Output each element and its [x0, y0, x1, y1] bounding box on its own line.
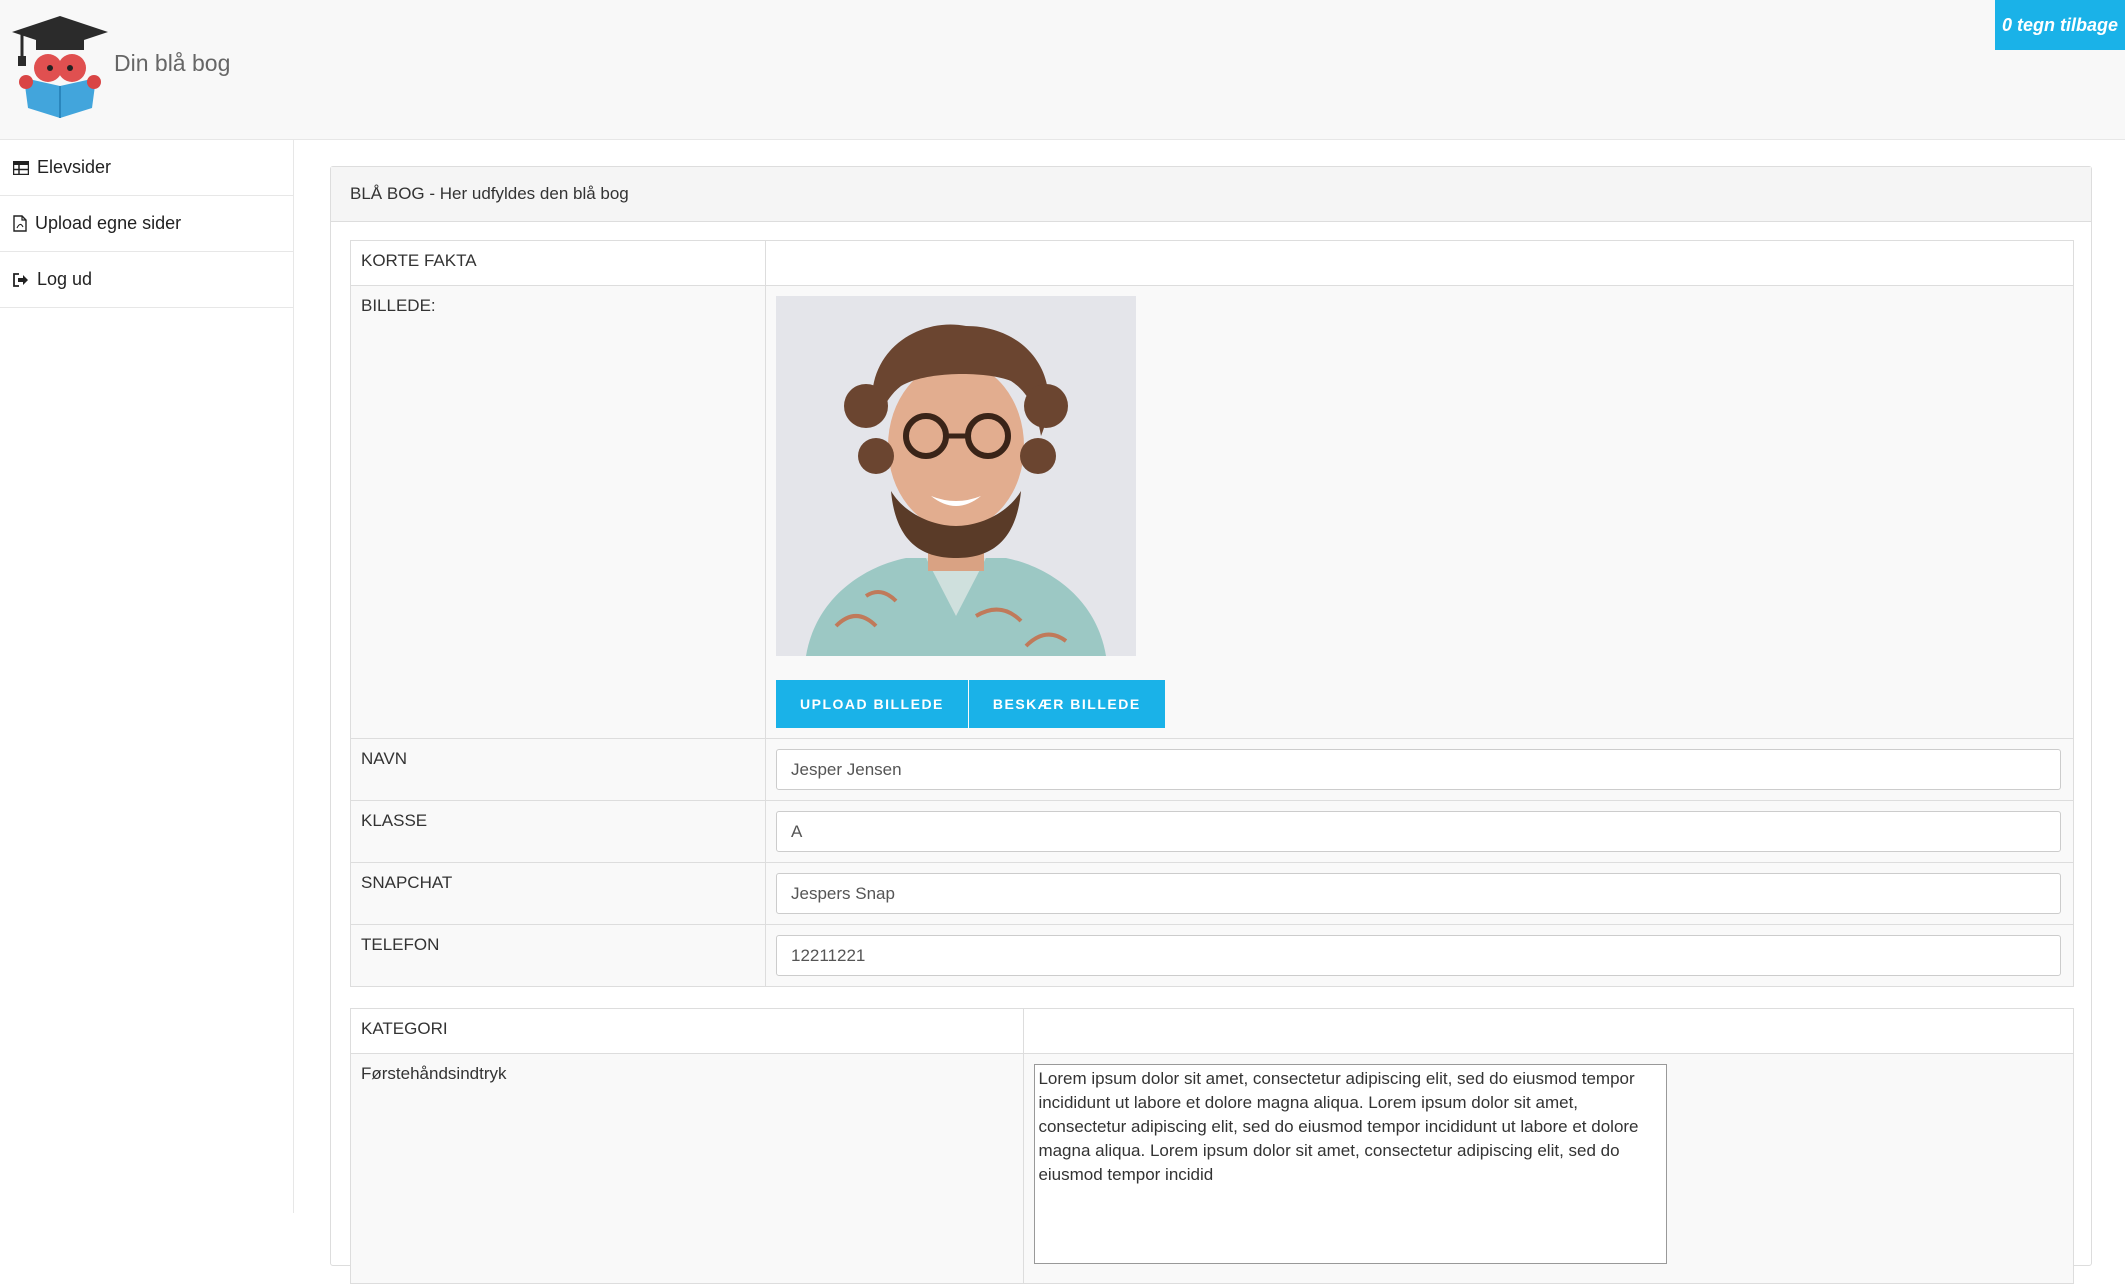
- pdf-file-icon: [13, 215, 27, 232]
- sidebar-item-label: Elevsider: [37, 157, 112, 177]
- picture-label: BILLEDE:: [350, 285, 766, 739]
- name-input[interactable]: [776, 749, 2061, 790]
- sidebar-item-label: Log ud: [37, 269, 93, 289]
- upload-picture-button[interactable]: UPLOAD BILLEDE: [776, 680, 968, 728]
- panel-title: BLÅ BOG - Her udfyldes den blå bog: [331, 167, 2091, 222]
- category-table: KATEGORI Førstehåndsindtryk Lorem ipsum …: [349, 1008, 2074, 1284]
- facts-header: KORTE FAKTA: [350, 240, 766, 286]
- sidebar-item-upload[interactable]: Upload egne sider: [0, 196, 293, 252]
- phone-input[interactable]: [776, 935, 2061, 976]
- photo-buttons: UPLOAD BILLEDE BESKÆR BILLEDE: [776, 680, 2063, 728]
- name-label: NAVN: [350, 738, 766, 801]
- first-impression-textarea[interactable]: Lorem ipsum dolor sit amet, consectetur …: [1034, 1064, 1668, 1264]
- sidebar-item-label: Upload egne sider: [35, 213, 182, 233]
- sidebar-item-elevsider[interactable]: Elevsider: [0, 140, 293, 196]
- brand-name[interactable]: Din blå bog: [114, 50, 230, 77]
- table-icon: [13, 160, 29, 175]
- logo-icon: [12, 16, 108, 118]
- snapchat-input[interactable]: [776, 873, 2061, 914]
- class-input[interactable]: [776, 811, 2061, 852]
- top-navbar: Din blå bog 0 tegn tilbage: [0, 0, 2125, 140]
- sidebar-item-logout[interactable]: Log ud: [0, 252, 293, 308]
- blue-book-panel: BLÅ BOG - Her udfyldes den blå bog KORTE…: [330, 166, 2092, 1284]
- character-counter: 0 tegn tilbage: [1995, 0, 2125, 50]
- facts-table: KORTE FAKTA BILLEDE: UPLOAD BILLEDE BESK…: [350, 240, 2074, 987]
- portrait-image: [776, 296, 1136, 656]
- class-label: KLASSE: [350, 800, 766, 863]
- snapchat-label: SNAPCHAT: [350, 862, 766, 925]
- sign-out-icon: [13, 272, 28, 287]
- sidebar: Elevsider Upload egne sider Log ud: [0, 140, 294, 1213]
- category-header: KATEGORI: [349, 1008, 1025, 1054]
- profile-photo: [776, 296, 1136, 656]
- phone-label: TELEFON: [350, 924, 766, 987]
- crop-picture-button[interactable]: BESKÆR BILLEDE: [968, 680, 1165, 728]
- first-impression-label: Førstehåndsindtryk: [349, 1053, 1025, 1284]
